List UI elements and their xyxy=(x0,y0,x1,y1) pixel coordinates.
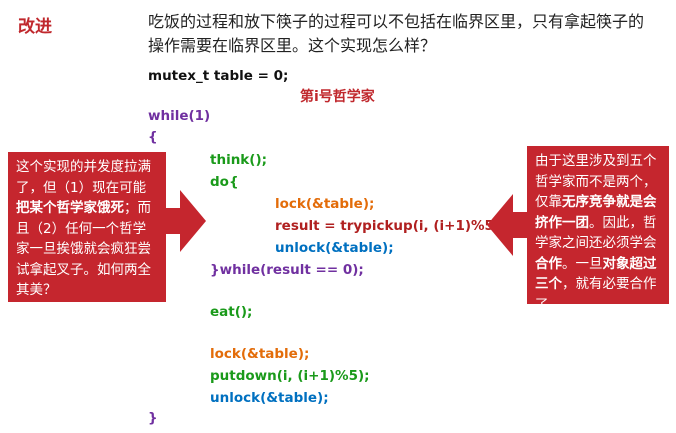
philosopher-heading: 第i号哲学家 xyxy=(300,89,375,105)
right-arrow-icon xyxy=(487,194,529,256)
code-eat: eat(); xyxy=(210,304,253,320)
slide-title: 改进 xyxy=(18,17,52,37)
code-lock-2: lock(&table); xyxy=(210,346,310,362)
code-putdown: putdown(i, (i+1)%5); xyxy=(210,368,370,384)
right-note-bold-2: 合作 xyxy=(535,255,562,272)
code-unlock-2: unlock(&table); xyxy=(210,390,329,406)
left-note-text-1: 这个实现的并发度拉满了，但（1）现在可能 xyxy=(16,159,151,196)
left-arrow-icon xyxy=(164,190,206,252)
left-note-box: 这个实现的并发度拉满了，但（1）现在可能把某个哲学家饿死；而且（2）任何一个哲学… xyxy=(8,152,166,302)
code-do: do{ xyxy=(210,174,239,190)
code-decl: mutex_t table = 0; xyxy=(148,68,289,84)
code-unlock-1: unlock(&table); xyxy=(275,240,394,256)
code-think: think(); xyxy=(210,152,268,168)
question-text: 吃饭的过程和放下筷子的过程可以不包括在临界区里，只有拿起筷子的操作需要在临界区里… xyxy=(148,12,645,55)
right-note-box: 由于这里涉及到五个哲学家而不是两个，仅靠无序竞争就是会挤作一团。因此，哲学家之间… xyxy=(527,146,669,313)
code-while-start: while(1) xyxy=(148,108,211,124)
left-note-bold-1: 把某个哲学家饿死 xyxy=(16,200,124,216)
right-note-text-3: 。一旦 xyxy=(562,255,603,272)
code-brace-open: { xyxy=(148,129,158,145)
code-brace-close: } xyxy=(148,410,158,426)
code-while-end: }while(result == 0); xyxy=(210,262,364,278)
code-result: result = trypickup(i, (i+1)%5); xyxy=(275,218,506,234)
code-lock-1: lock(&table); xyxy=(275,196,375,212)
